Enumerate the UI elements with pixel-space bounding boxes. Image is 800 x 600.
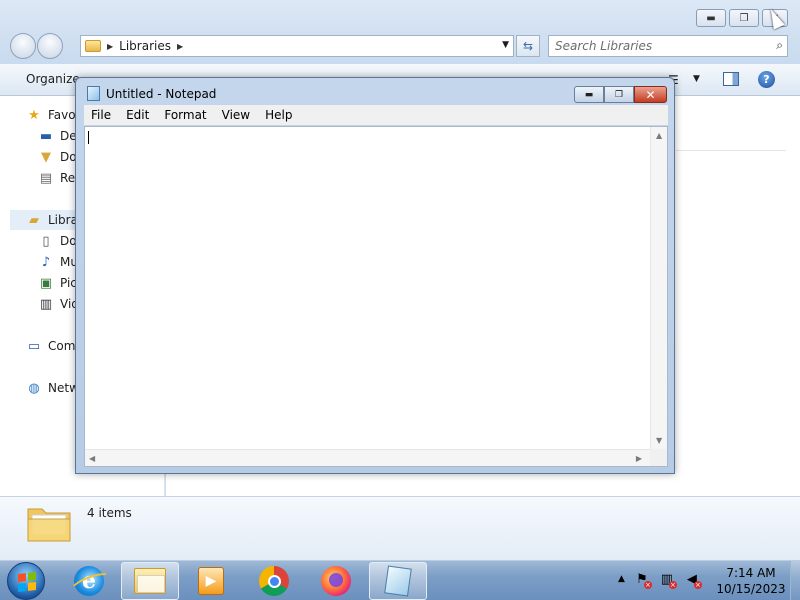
media-player-icon: ▶ bbox=[198, 567, 224, 595]
menu-format[interactable]: Format bbox=[158, 108, 212, 122]
address-dropdown-icon[interactable]: ▼ bbox=[502, 40, 509, 50]
clock-time: 7:14 AM bbox=[726, 566, 776, 580]
search-icon[interactable]: ⌕ bbox=[776, 38, 783, 53]
notepad-window: Untitled - Notepad ▬ ❐ ✕ File Edit Forma… bbox=[75, 77, 675, 474]
error-badge-icon: × bbox=[693, 581, 702, 589]
view-dropdown-icon[interactable]: ▼ bbox=[693, 74, 700, 84]
show-hidden-icons-button[interactable]: ▲ bbox=[618, 574, 625, 584]
address-bar[interactable]: ▶ Libraries ▶ ▼ bbox=[80, 35, 514, 57]
notepad-window-controls: ▬ ❐ ✕ bbox=[574, 86, 667, 103]
explorer-minimize-button[interactable]: ▬ bbox=[696, 9, 726, 27]
music-icon: ♪ bbox=[41, 254, 51, 270]
nav-item-documents[interactable]: ▯ Do bbox=[38, 231, 76, 251]
nav-buttons bbox=[10, 33, 64, 59]
taskbar-google-chrome[interactable] bbox=[245, 562, 303, 600]
nav-item-pictures[interactable]: ▣ Pic bbox=[38, 273, 77, 293]
libraries-folder-icon bbox=[85, 40, 101, 52]
preview-pane-icon[interactable] bbox=[723, 72, 739, 86]
internet-explorer-icon: e bbox=[74, 566, 104, 596]
documents-icon: ▯ bbox=[42, 233, 50, 249]
clock[interactable]: 7:14 AM 10/15/2023 bbox=[716, 565, 786, 597]
details-pane: 4 items bbox=[0, 496, 800, 560]
action-center-flag-icon[interactable]: ⚑ × bbox=[634, 571, 652, 589]
nav-label: Libra bbox=[48, 213, 78, 227]
menu-help[interactable]: Help bbox=[259, 108, 298, 122]
taskbar-firefox[interactable] bbox=[307, 562, 365, 600]
breadcrumb-libraries[interactable]: Libraries bbox=[119, 39, 171, 53]
desktop-icon: ▬ bbox=[39, 128, 53, 144]
notepad-app-icon[interactable] bbox=[87, 86, 100, 101]
star-icon: ★ bbox=[28, 107, 40, 123]
taskbar-internet-explorer[interactable]: e bbox=[60, 562, 118, 600]
folder-icon bbox=[134, 568, 166, 594]
forward-button[interactable] bbox=[37, 33, 63, 59]
computer-icon: ▭ bbox=[27, 338, 41, 354]
pictures-icon: ▣ bbox=[39, 275, 53, 291]
videos-icon: ▥ bbox=[39, 296, 53, 312]
notepad-text-area[interactable] bbox=[87, 129, 649, 447]
item-count: 4 items bbox=[87, 506, 132, 520]
chrome-icon bbox=[259, 566, 289, 596]
notepad-menubar: File Edit Format View Help bbox=[84, 105, 668, 125]
back-button[interactable] bbox=[10, 33, 36, 59]
error-badge-icon: × bbox=[668, 581, 677, 589]
nav-item-network[interactable]: ◍ Netw bbox=[26, 378, 79, 398]
vertical-scrollbar[interactable]: ▲ ▼ bbox=[650, 127, 667, 449]
organize-button[interactable]: Organize bbox=[26, 72, 80, 86]
search-input[interactable]: Search Libraries ⌕ bbox=[548, 35, 788, 57]
notepad-icon bbox=[384, 565, 412, 597]
menu-file[interactable]: File bbox=[84, 108, 117, 122]
network-status-icon[interactable]: ▥ × bbox=[659, 571, 677, 589]
notepad-edit-area: ▲ ▼ ◀ ▶ bbox=[84, 126, 668, 467]
breadcrumb-chevron-icon[interactable]: ▶ bbox=[177, 42, 183, 51]
help-icon[interactable]: ? bbox=[758, 71, 775, 88]
scroll-down-arrow-icon[interactable]: ▼ bbox=[656, 436, 662, 445]
clock-date: 10/15/2023 bbox=[716, 582, 786, 596]
libraries-folder-icon bbox=[27, 508, 71, 542]
refresh-button[interactable]: ⇆ bbox=[516, 35, 540, 57]
recent-places-icon: ▤ bbox=[39, 170, 53, 186]
nav-item-favorites[interactable]: ★ Favo bbox=[26, 105, 76, 125]
taskbar-notepad[interactable] bbox=[369, 562, 427, 600]
breadcrumb-chevron-icon[interactable]: ▶ bbox=[107, 42, 113, 51]
nav-item-computer[interactable]: ▭ Com bbox=[26, 336, 76, 356]
refresh-icon: ⇆ bbox=[522, 39, 534, 53]
notepad-titlebar[interactable]: Untitled - Notepad ▬ ❐ ✕ bbox=[76, 78, 674, 108]
libraries-icon: ▰ bbox=[29, 212, 39, 228]
column-header-divider bbox=[676, 150, 786, 151]
system-tray: ▲ ⚑ × ▥ × ◀ × bbox=[618, 571, 702, 589]
taskbar: e ▶ ▲ ⚑ × ▥ × ◀ × 7:14 AM 10/15/2023 bbox=[0, 560, 800, 600]
notepad-close-button[interactable]: ✕ bbox=[634, 86, 667, 103]
resize-grip-icon[interactable] bbox=[650, 449, 667, 466]
notepad-minimize-button[interactable]: ▬ bbox=[574, 86, 604, 103]
horizontal-scrollbar[interactable]: ◀ ▶ bbox=[85, 449, 650, 466]
windows-logo-icon bbox=[18, 572, 36, 592]
network-icon: ◍ bbox=[28, 380, 40, 396]
text-caret bbox=[88, 131, 89, 144]
menu-view[interactable]: View bbox=[216, 108, 256, 122]
downloads-icon: ▼ bbox=[41, 149, 51, 165]
notepad-maximize-button[interactable]: ❐ bbox=[604, 86, 634, 103]
error-badge-icon: × bbox=[643, 581, 652, 589]
volume-muted-icon[interactable]: ◀ × bbox=[684, 571, 702, 589]
firefox-icon bbox=[321, 566, 351, 596]
taskbar-windows-explorer[interactable] bbox=[121, 562, 179, 600]
search-placeholder: Search Libraries bbox=[555, 39, 653, 53]
scroll-up-arrow-icon[interactable]: ▲ bbox=[656, 131, 662, 140]
nav-item-music[interactable]: ♪ Mu bbox=[38, 252, 78, 272]
show-desktop-button[interactable] bbox=[790, 561, 800, 600]
taskbar-windows-media-player[interactable]: ▶ bbox=[182, 562, 240, 600]
scroll-left-arrow-icon[interactable]: ◀ bbox=[89, 454, 95, 463]
nav-label: Favo bbox=[48, 108, 76, 122]
nav-label: Com bbox=[48, 339, 76, 353]
notepad-title: Untitled - Notepad bbox=[106, 87, 217, 101]
scroll-right-arrow-icon[interactable]: ▶ bbox=[636, 454, 642, 463]
start-button[interactable] bbox=[7, 562, 45, 600]
nav-item-videos[interactable]: ▥ Vid bbox=[38, 294, 79, 314]
menu-edit[interactable]: Edit bbox=[120, 108, 155, 122]
explorer-maximize-button[interactable]: ❐ bbox=[729, 9, 759, 27]
